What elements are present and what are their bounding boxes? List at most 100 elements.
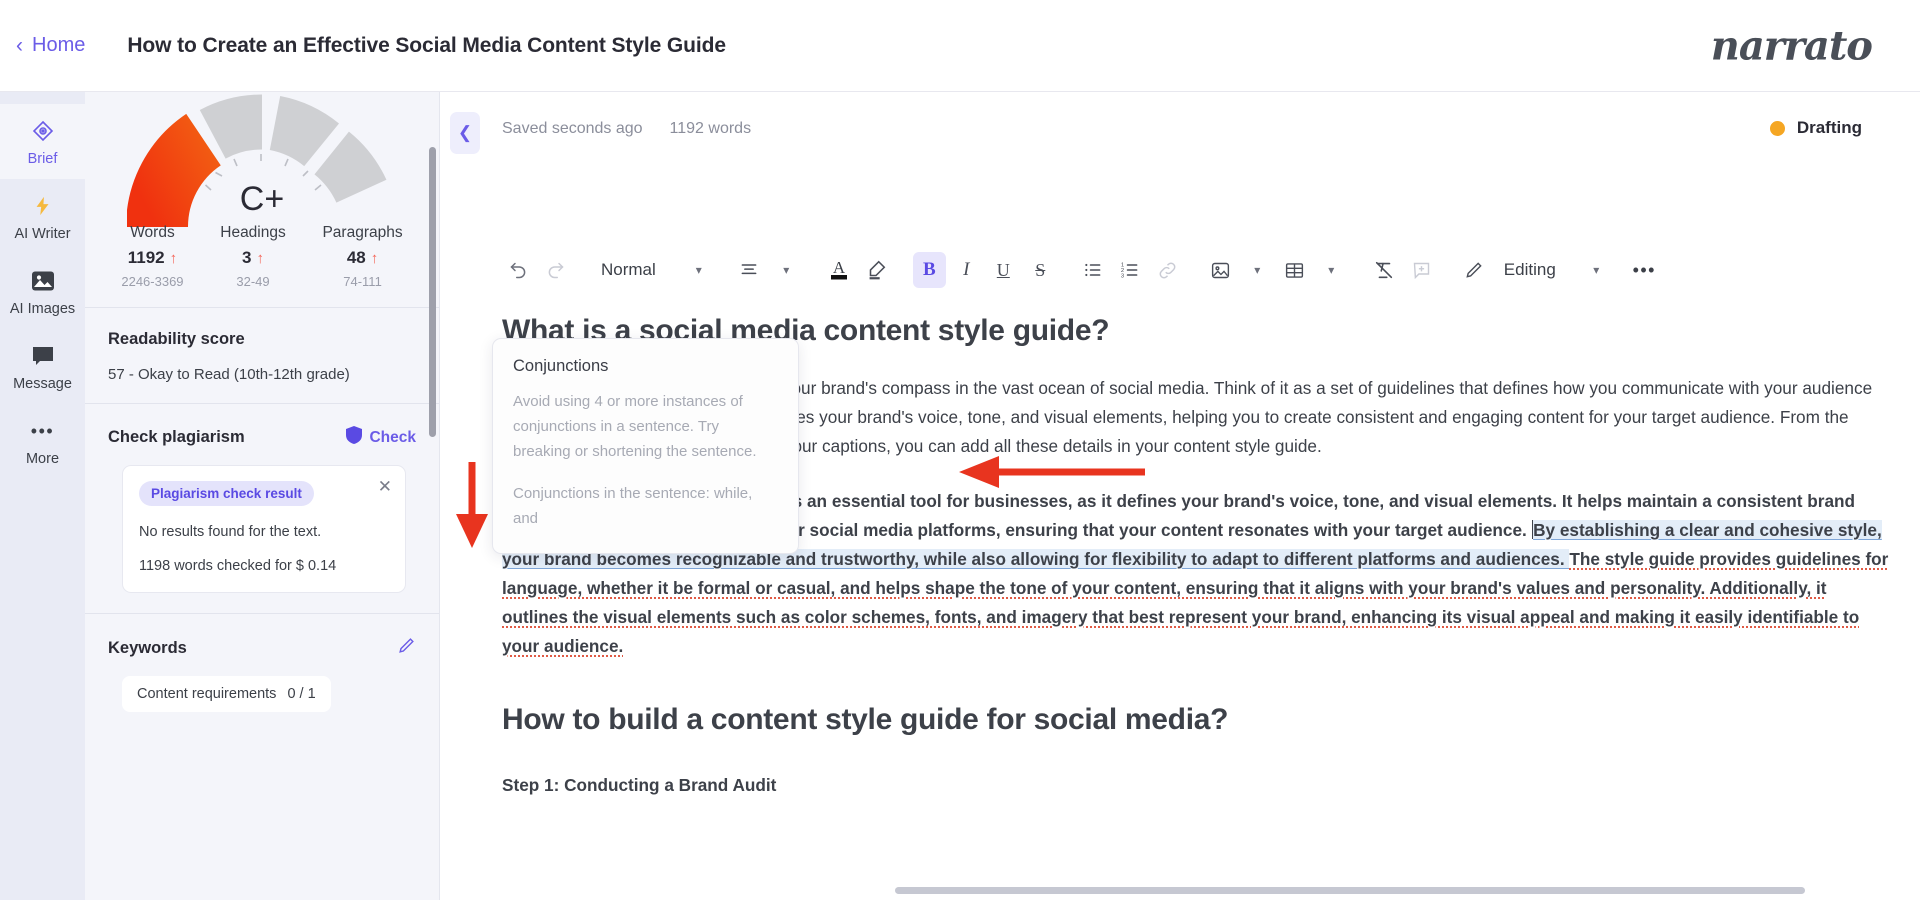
document-step-1: Step 1: Conducting a Brand Audit <box>502 775 777 795</box>
text-color-icon[interactable]: A <box>823 252 856 288</box>
stat-value: 1192 <box>127 248 165 267</box>
chevron-down-icon: ▾ <box>783 263 790 277</box>
chevron-down-icon: ▾ <box>1328 263 1335 277</box>
content-stats: Words 1192 ↑ 2246-3369 Headings 3 ↑ 32-4… <box>85 224 439 289</box>
lightning-bolt-icon <box>32 193 54 219</box>
keyword-chip-label: Content requirements <box>137 686 277 702</box>
image-icon <box>31 268 55 294</box>
document-horizontal-scrollbar[interactable] <box>895 887 1805 894</box>
popover-description: Avoid using 4 or more instances of conju… <box>513 393 757 460</box>
image-chevron[interactable]: ▾ <box>1241 252 1274 288</box>
bullet-list-icon[interactable] <box>1077 252 1110 288</box>
document-heading-2: How to build a content style guide for s… <box>502 703 1229 736</box>
editing-mode-button[interactable]: Editing <box>1495 252 1565 288</box>
editing-mode-icon[interactable] <box>1458 252 1491 288</box>
bold-icon[interactable]: B <box>912 252 946 288</box>
readability-section: Readability score 57 - Okay to Read (10t… <box>85 308 439 403</box>
stat-range: 74-111 <box>343 274 382 289</box>
home-back-link[interactable]: ‹ Home <box>16 34 85 57</box>
collapse-panel-button[interactable]: ❮ <box>450 112 480 154</box>
stat-value-row: 1192 ↑ <box>121 248 183 268</box>
image-icon[interactable] <box>1204 252 1237 288</box>
content-score-block: C+ Words 1192 ↑ 2246-3369 Headings 3 ↑ 3… <box>85 92 439 307</box>
status-badge[interactable]: Drafting <box>1769 118 1862 138</box>
stat-value: 3 <box>242 248 252 267</box>
grammar-suggestion-popover: Conjunctions Avoid using 4 or more insta… <box>492 338 799 554</box>
plagiarism-result-line-2: 1198 words checked for $ 0.14 <box>139 558 337 574</box>
sidebar-item-more[interactable]: ••• More <box>0 404 85 479</box>
table-chevron[interactable]: ▾ <box>1315 252 1348 288</box>
check-plagiarism-button[interactable]: Check <box>346 426 416 449</box>
stat-range: 32-49 <box>236 274 270 289</box>
editing-mode-chevron[interactable]: ▾ <box>1569 252 1624 288</box>
narrato-logo: narrato <box>1710 22 1873 69</box>
home-label: Home <box>32 34 86 56</box>
readability-title: Readability score <box>108 330 245 348</box>
sidebar-item-ai-images[interactable]: AI Images <box>0 254 85 329</box>
stat-words: Words 1192 ↑ 2246-3369 <box>121 224 183 289</box>
clear-formatting-icon[interactable] <box>1368 252 1401 288</box>
toolbar-more-icon[interactable]: ••• <box>1628 252 1661 288</box>
left-nav-rail: Brief AI Writer AI Images Message ••• Mo… <box>0 92 85 900</box>
stat-headings: Headings 3 ↑ 32-49 <box>220 224 286 289</box>
align-icon[interactable] <box>733 252 766 288</box>
paragraph-style-chevron[interactable]: ▾ <box>669 252 729 288</box>
readability-header: Readability score <box>108 330 416 349</box>
document-title: How to Create an Effective Social Media … <box>127 33 726 57</box>
editing-mode-label: Editing <box>1503 260 1556 279</box>
ellipsis-icon: ••• <box>30 421 55 441</box>
stat-label: Words <box>130 224 175 241</box>
chevron-left-icon: ❮ <box>457 123 473 142</box>
stat-value-row: 3 ↑ <box>220 248 286 268</box>
sidebar-item-brief[interactable]: Brief <box>0 104 85 179</box>
close-icon[interactable]: ✕ <box>378 478 392 495</box>
link-icon[interactable] <box>1151 252 1184 288</box>
plagiarism-result-chip: Plagiarism check result <box>139 481 314 506</box>
align-chevron[interactable]: ▾ <box>770 252 803 288</box>
ellipsis-icon: ••• <box>1632 260 1656 280</box>
stat-value: 48 <box>346 248 366 267</box>
underline-icon[interactable]: U <box>987 252 1020 288</box>
stat-paragraphs: Paragraphs 48 ↑ 74-111 <box>322 224 402 289</box>
status-dot-icon <box>1769 120 1785 136</box>
highlighter-icon[interactable] <box>860 252 893 288</box>
svg-text:A: A <box>833 258 846 277</box>
pencil-icon[interactable] <box>397 636 416 660</box>
chevron-down-icon: ▾ <box>1593 263 1600 277</box>
saved-status: Saved seconds ago <box>502 120 643 137</box>
keyword-chip-content-requirements[interactable]: Content requirements 0 / 1 <box>122 676 331 712</box>
sidebar-item-ai-writer[interactable]: AI Writer <box>0 179 85 254</box>
content-brief-panel: C+ Words 1192 ↑ 2246-3369 Headings 3 ↑ 3… <box>85 92 440 900</box>
svg-text:3: 3 <box>1121 274 1124 280</box>
plagiarism-section: Check plagiarism Check ✕ Plagiarism chec… <box>85 404 439 613</box>
redo-icon[interactable] <box>539 252 572 288</box>
undo-icon[interactable] <box>502 252 535 288</box>
stat-range: 2246-3369 <box>121 274 184 289</box>
stat-value-row: 48 ↑ <box>322 248 402 268</box>
content-grade: C+ <box>239 180 285 218</box>
check-label: Check <box>369 428 416 446</box>
strikethrough-icon[interactable]: S <box>1024 252 1057 288</box>
trend-up-icon: ↑ <box>256 249 264 267</box>
trend-up-icon: ↑ <box>370 249 379 267</box>
chevron-down-icon: ▾ <box>1254 263 1261 277</box>
keywords-header: Keywords <box>108 636 416 660</box>
status-label: Drafting <box>1796 118 1862 137</box>
sidebar-item-message[interactable]: Message <box>0 329 85 404</box>
keywords-title: Keywords <box>108 638 187 657</box>
keywords-section: Keywords Content requirements 0 / 1 <box>85 614 439 732</box>
readability-value: 57 - Okay to Read (10th-12th grade) <box>108 366 350 383</box>
plagiarism-result-card: ✕ Plagiarism check result No results fou… <box>122 465 406 593</box>
keyword-chip-count: 0 / 1 <box>287 686 316 702</box>
plagiarism-title: Check plagiarism <box>108 428 245 446</box>
target-diamond-icon <box>31 118 55 144</box>
popover-instances: Conjunctions in the sentence: while, and <box>513 485 753 527</box>
stat-label: Paragraphs <box>322 224 403 241</box>
table-icon[interactable] <box>1278 252 1311 288</box>
paragraph-style-select[interactable]: Normal <box>592 252 665 288</box>
add-comment-icon[interactable] <box>1405 252 1438 288</box>
italic-icon[interactable]: I <box>950 252 983 288</box>
sidebar-item-label: Brief <box>27 151 58 167</box>
word-count: 1192 words <box>669 120 752 137</box>
numbered-list-icon[interactable]: 1 2 3 <box>1114 252 1147 288</box>
